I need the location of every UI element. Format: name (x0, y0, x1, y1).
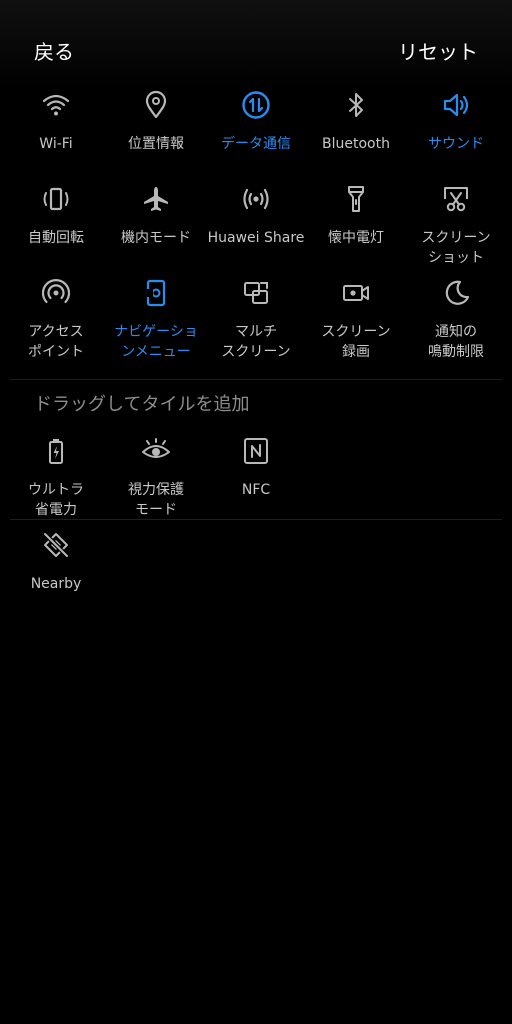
tile-label: サウンド (428, 136, 484, 152)
tile-label: マルチ スクリーン (221, 324, 291, 360)
tile-label: 機内モード (121, 230, 191, 246)
tile-auto-rotate[interactable]: 自動回転 (6, 184, 106, 248)
tile-eye-comfort[interactable]: 視力保護 モード (106, 436, 206, 520)
tile-navigation-menu[interactable]: ナビゲーショ ンメニュー (106, 278, 206, 362)
tile-label: 視力保護 モード (128, 482, 184, 518)
tile-label: スクリーン ショット (421, 230, 491, 266)
sound-icon (443, 93, 469, 117)
tile-label: ウルトラ 省電力 (28, 482, 84, 518)
tile-ultra-power-saving[interactable]: ウルトラ 省電力 (6, 436, 106, 520)
section-title: ドラッグしてタイルを追加 (34, 394, 250, 415)
tile-location[interactable]: 位置情報 (106, 90, 206, 154)
tile-screenshot[interactable]: スクリーン ショット (406, 184, 506, 268)
tile-label: アクセス ポイント (28, 324, 84, 360)
back-button[interactable]: 戻る (34, 38, 74, 66)
tile-label: 懐中電灯 (328, 230, 384, 246)
battery-saver-icon (49, 439, 63, 464)
data-transfer-icon (242, 91, 270, 119)
tile-label: Wi-Fi (39, 136, 73, 152)
wifi-icon (42, 94, 70, 116)
screen-record-icon (343, 285, 369, 301)
bluetooth-icon (349, 93, 363, 117)
navigation-menu-icon (146, 279, 166, 307)
location-icon (145, 90, 167, 119)
tile-label: Bluetooth (322, 136, 390, 152)
tile-data[interactable]: データ通信 (206, 90, 306, 154)
tile-label: ナビゲーショ ンメニュー (114, 324, 198, 360)
tile-label: 自動回転 (28, 230, 84, 246)
section-divider (10, 379, 502, 380)
tile-flashlight[interactable]: 懐中電灯 (306, 184, 406, 248)
tile-airplane[interactable]: 機内モード (106, 184, 206, 248)
section-divider (10, 519, 502, 520)
tile-label: Nearby (30, 576, 82, 592)
tile-label: データ通信 (221, 136, 291, 152)
tile-sound[interactable]: サウンド (406, 90, 506, 154)
hotspot-icon (41, 279, 71, 304)
airplane-icon (144, 187, 168, 211)
reset-button[interactable]: リセット (398, 38, 478, 66)
tile-wifi[interactable]: Wi-Fi (6, 90, 106, 154)
tile-screen-record[interactable]: スクリーン 録画 (306, 278, 406, 362)
tile-huawei-share[interactable]: Huawei Share (206, 184, 306, 248)
tile-do-not-disturb[interactable]: 通知の 鳴動制限 (406, 278, 506, 362)
nfc-icon (244, 438, 268, 464)
tile-label: 位置情報 (128, 136, 184, 152)
screenshot-icon (444, 187, 468, 212)
tile-multi-screen[interactable]: マルチ スクリーン (206, 278, 306, 362)
tile-nfc[interactable]: NFC (206, 436, 306, 500)
tile-nearby[interactable]: Nearby (6, 530, 106, 594)
multi-screen-icon (244, 282, 268, 304)
tile-label: NFC (241, 482, 271, 498)
flashlight-icon (348, 186, 364, 212)
auto-rotate-icon (43, 187, 69, 211)
huawei-share-icon (243, 188, 269, 210)
tile-hotspot[interactable]: アクセス ポイント (6, 278, 106, 362)
tile-label: スクリーン 録画 (321, 324, 391, 360)
tile-label: Huawei Share (207, 230, 305, 246)
eye-icon (142, 438, 170, 458)
nearby-off-icon (43, 532, 69, 558)
tile-label: 通知の 鳴動制限 (428, 324, 484, 360)
tile-bluetooth[interactable]: Bluetooth (306, 90, 406, 154)
moon-icon (445, 280, 470, 305)
top-bar: 戻る リセット (0, 0, 512, 90)
